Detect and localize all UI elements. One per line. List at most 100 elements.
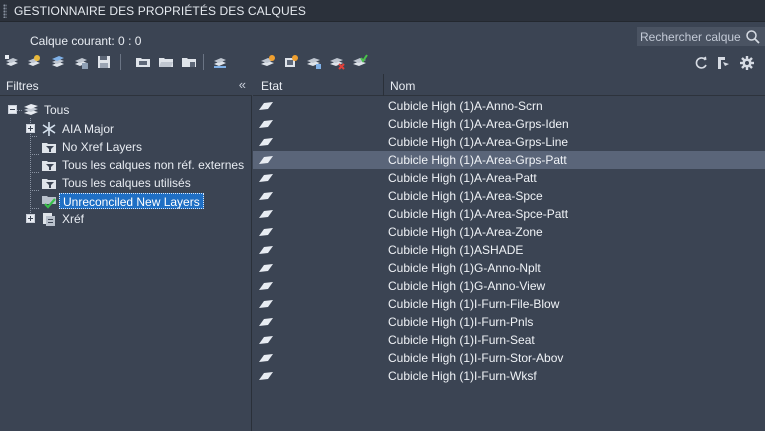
- expand-icon[interactable]: [26, 214, 35, 223]
- filter-tree-item-used[interactable]: Tous les calques utilisés: [0, 174, 252, 192]
- new-layer-vp-frozen-icon[interactable]: [283, 54, 299, 70]
- set-current-icon[interactable]: [352, 54, 368, 70]
- layer-state-icon[interactable]: [258, 244, 274, 256]
- expand-icon[interactable]: [26, 124, 35, 133]
- layer-state-icon[interactable]: [258, 226, 274, 238]
- filter-tree-item-all[interactable]: Tous: [0, 101, 252, 119]
- layer-state-icon[interactable]: [258, 316, 274, 328]
- layer-state-icon[interactable]: [258, 172, 274, 184]
- filter-tree-item-xref[interactable]: Xréf: [0, 210, 252, 228]
- delete-layer-icon[interactable]: [329, 54, 345, 70]
- filter-tree-item-aia-major[interactable]: AIA Major: [0, 120, 252, 138]
- search-box[interactable]: Rechercher calque: [637, 27, 765, 46]
- layer-row[interactable]: Cubicle High (1)A-Area-Patt: [253, 169, 765, 187]
- filter-tree-item-non-xref[interactable]: Tous les calques non réf. externes: [0, 156, 252, 174]
- title-bar[interactable]: GESTIONNAIRE DES PROPRIÉTÉS DES CALQUES: [0, 0, 765, 22]
- layer-states-icon[interactable]: [50, 54, 66, 70]
- layer-name: Cubicle High (1)I-Furn-File-Blow: [388, 297, 560, 311]
- layer-list-panel: Etat Nom Cubicle High (1)A-Anno-Scrn Cubi…: [253, 74, 765, 431]
- layer-name: Cubicle High (1)I-Furn-Pnls: [388, 315, 534, 329]
- column-header-name[interactable]: Nom: [390, 79, 415, 93]
- layer-translator-icon[interactable]: [716, 55, 732, 71]
- layer-state-icon[interactable]: [258, 352, 274, 364]
- xref-icon: [43, 213, 55, 226]
- layer-name: Cubicle High (1)I-Furn-Wksf: [388, 369, 537, 383]
- layer-state-icon[interactable]: [258, 190, 274, 202]
- layer-row[interactable]: Cubicle High (1)A-Area-Zone: [253, 223, 765, 241]
- filters-title: Filtres: [6, 79, 39, 93]
- filter-tree-label: Tous: [44, 103, 70, 117]
- folder-move-icon[interactable]: [181, 54, 197, 70]
- layer-state-icon[interactable]: [258, 100, 274, 112]
- layer-state-icon[interactable]: [258, 208, 274, 220]
- filter-tree-label: Xréf: [62, 212, 85, 226]
- layer-row[interactable]: Cubicle High (1)I-Furn-Wksf: [253, 367, 765, 385]
- filter-folder-icon: [42, 179, 56, 189]
- layer-name: Cubicle High (1)A-Anno-Scrn: [388, 99, 543, 113]
- folder-filter-icon[interactable]: [135, 54, 151, 70]
- new-layer-icon[interactable]: [260, 54, 276, 70]
- layer-name: Cubicle High (1)G-Anno-View: [388, 279, 546, 293]
- new-property-filter-icon[interactable]: [4, 54, 20, 70]
- layer-row[interactable]: Cubicle High (1)A-Area-Grps-Line: [253, 133, 765, 151]
- save-icon[interactable]: [96, 54, 112, 70]
- layer-row[interactable]: Cubicle High (1)I-Furn-Stor-Abov: [253, 349, 765, 367]
- layer-state-icon[interactable]: [258, 262, 274, 274]
- search-icon[interactable]: [745, 29, 761, 45]
- layer-state-icon[interactable]: [258, 280, 274, 292]
- vp-freeze-layer-icon[interactable]: [306, 54, 322, 70]
- layer-row[interactable]: Cubicle High (1)A-Anno-Scrn: [253, 97, 765, 115]
- column-divider[interactable]: [383, 74, 384, 96]
- refresh-icon[interactable]: [693, 55, 709, 71]
- toolbar-separator: [120, 54, 121, 70]
- layer-name: Cubicle High (1)A-Area-Grps-Line: [388, 135, 569, 149]
- filter-tree-item-unreconciled[interactable]: Unreconciled New Layers: [0, 192, 252, 210]
- filter-folder-icon: [42, 161, 56, 171]
- collapse-panel-button[interactable]: «: [239, 77, 246, 92]
- column-header-row: Etat Nom: [253, 74, 765, 96]
- drag-grip-icon[interactable]: [3, 4, 7, 18]
- layer-row[interactable]: Cubicle High (1)G-Anno-View: [253, 277, 765, 295]
- filter-check-icon: [42, 196, 56, 209]
- layer-row[interactable]: Cubicle High (1)A-Area-Spce-Patt: [253, 205, 765, 223]
- search-input[interactable]: Rechercher calque: [640, 30, 741, 44]
- layer-name: Cubicle High (1)ASHADE: [388, 243, 524, 257]
- layer-settings-icon[interactable]: [212, 54, 228, 70]
- layer-name: Cubicle High (1)A-Area-Grps-Patt: [388, 153, 567, 167]
- filter-tree-label: AIA Major: [62, 122, 115, 136]
- gear-icon[interactable]: [739, 55, 755, 71]
- layer-state-icon[interactable]: [258, 334, 274, 346]
- layer-name: Cubicle High (1)A-Area-Spce-Patt: [388, 207, 569, 221]
- layer-name: Cubicle High (1)I-Furn-Seat: [388, 333, 535, 347]
- layer-row[interactable]: Cubicle High (1)A-Area-Spce: [253, 187, 765, 205]
- filter-tree-label: Tous les calques utilisés: [62, 176, 191, 190]
- layer-name: Cubicle High (1)I-Furn-Stor-Abov: [388, 351, 564, 365]
- layer-row[interactable]: Cubicle High (1)ASHADE: [253, 241, 765, 259]
- layer-name: Cubicle High (1)A-Area-Spce: [388, 189, 543, 203]
- layer-state-icon[interactable]: [258, 118, 274, 130]
- layer-row[interactable]: Cubicle High (1)I-Furn-Pnls: [253, 313, 765, 331]
- column-header-state[interactable]: Etat: [261, 79, 282, 93]
- layer-state-icon[interactable]: [258, 136, 274, 148]
- layer-state-icon[interactable]: [258, 154, 274, 166]
- toolbar-separator: [203, 54, 204, 70]
- layer-row[interactable]: Cubicle High (1)A-Area-Grps-Patt: [253, 151, 765, 169]
- layer-state-icon[interactable]: [258, 370, 274, 382]
- layer-row[interactable]: Cubicle High (1)G-Anno-Nplt: [253, 259, 765, 277]
- layer-row[interactable]: Cubicle High (1)A-Area-Grps-Iden: [253, 115, 765, 133]
- layer-name: Cubicle High (1)G-Anno-Nplt: [388, 261, 541, 275]
- filter-tree-label: Tous les calques non réf. externes: [62, 158, 245, 172]
- new-group-filter-icon[interactable]: [26, 54, 42, 70]
- filter-tree-label: No Xref Layers: [62, 140, 143, 154]
- filter-folder-icon: [42, 143, 56, 153]
- layer-name: Cubicle High (1)A-Area-Patt: [388, 171, 537, 185]
- window-title: GESTIONNAIRE DES PROPRIÉTÉS DES CALQUES: [14, 4, 306, 18]
- filter-tree-item-no-xref[interactable]: No Xref Layers: [0, 138, 252, 156]
- filter-snowflake-icon: [42, 122, 56, 136]
- folder-open-icon[interactable]: [158, 54, 174, 70]
- collapse-icon[interactable]: [8, 105, 17, 114]
- layer-row[interactable]: Cubicle High (1)I-Furn-File-Blow: [253, 295, 765, 313]
- layer-row[interactable]: Cubicle High (1)I-Furn-Seat: [253, 331, 765, 349]
- layer-state-icon[interactable]: [258, 298, 274, 310]
- layer-export-icon[interactable]: [73, 54, 89, 70]
